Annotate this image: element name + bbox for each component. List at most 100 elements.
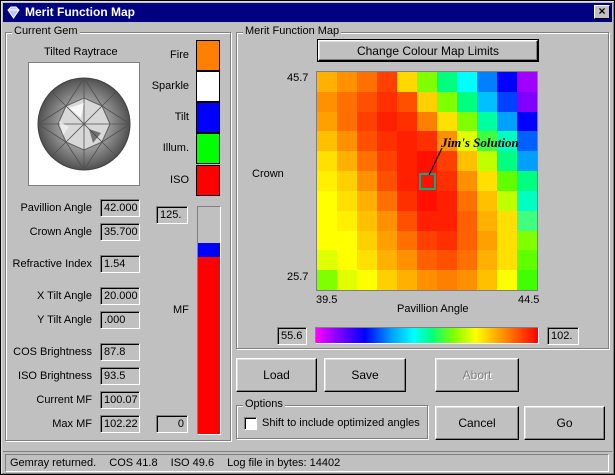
heatmap-cell[interactable] bbox=[417, 230, 437, 251]
heatmap-cell[interactable] bbox=[417, 250, 437, 271]
heatmap-cell[interactable] bbox=[357, 270, 377, 290]
heatmap-cell[interactable] bbox=[417, 190, 437, 211]
heatmap-cell[interactable] bbox=[497, 151, 517, 172]
title-bar[interactable]: Merit Function Map × bbox=[3, 3, 612, 22]
heatmap-cell[interactable] bbox=[337, 190, 357, 211]
heatmap-cell[interactable] bbox=[477, 151, 497, 172]
heatmap-cell[interactable] bbox=[517, 131, 537, 152]
heatmap-cell[interactable] bbox=[337, 131, 357, 152]
heatmap-cell[interactable] bbox=[317, 171, 337, 191]
include-optimized-checkbox[interactable] bbox=[244, 417, 257, 430]
heatmap-cell[interactable] bbox=[497, 72, 517, 92]
heatmap-cell[interactable] bbox=[437, 250, 457, 271]
heatmap-cell[interactable] bbox=[397, 230, 417, 251]
heatmap-cell[interactable] bbox=[517, 190, 537, 211]
heatmap-cell[interactable] bbox=[517, 250, 537, 271]
heatmap-cell[interactable] bbox=[397, 210, 417, 231]
heatmap-cell[interactable] bbox=[377, 111, 397, 132]
heatmap-cell[interactable] bbox=[357, 91, 377, 112]
heatmap-cell[interactable] bbox=[457, 230, 477, 251]
heatmap-cell[interactable] bbox=[377, 131, 397, 152]
heatmap-cell[interactable] bbox=[357, 250, 377, 271]
heatmap-cell[interactable] bbox=[357, 171, 377, 191]
heatmap-cell[interactable] bbox=[477, 190, 497, 211]
heatmap-cell[interactable] bbox=[377, 151, 397, 172]
heatmap-cell[interactable] bbox=[377, 210, 397, 231]
heatmap-cell[interactable] bbox=[517, 91, 537, 112]
heatmap-cell[interactable] bbox=[497, 230, 517, 251]
close-button[interactable]: × bbox=[594, 5, 610, 19]
heatmap-cell[interactable] bbox=[517, 270, 537, 290]
heatmap-cell[interactable] bbox=[457, 72, 477, 92]
heatmap-cell[interactable] bbox=[397, 91, 417, 112]
heatmap-cell[interactable] bbox=[317, 270, 337, 290]
heatmap-cell[interactable] bbox=[437, 230, 457, 251]
heatmap-cell[interactable] bbox=[457, 190, 477, 211]
heatmap-cell[interactable] bbox=[457, 210, 477, 231]
heatmap-cell[interactable] bbox=[397, 250, 417, 271]
heatmap-cell[interactable] bbox=[397, 171, 417, 191]
change-colour-limits-button[interactable]: Change Colour Map Limits bbox=[317, 39, 539, 62]
heatmap-cell[interactable] bbox=[357, 72, 377, 92]
heatmap-cell[interactable] bbox=[437, 270, 457, 290]
heatmap-cell[interactable] bbox=[477, 91, 497, 112]
heatmap-cell[interactable] bbox=[437, 190, 457, 211]
heatmap-cell[interactable] bbox=[357, 230, 377, 251]
heatmap-cell[interactable] bbox=[337, 210, 357, 231]
heatmap-cell[interactable] bbox=[377, 270, 397, 290]
heatmap-cell[interactable] bbox=[477, 210, 497, 231]
heatmap-cell[interactable] bbox=[417, 210, 437, 231]
heatmap-cell[interactable] bbox=[377, 91, 397, 112]
heatmap-cell[interactable] bbox=[377, 171, 397, 191]
heatmap-cell[interactable] bbox=[517, 111, 537, 132]
heatmap-cell[interactable] bbox=[437, 210, 457, 231]
heatmap-cell[interactable] bbox=[477, 230, 497, 251]
heatmap-cell[interactable] bbox=[317, 190, 337, 211]
heatmap-cell[interactable] bbox=[317, 151, 337, 172]
heatmap-cell[interactable] bbox=[497, 270, 517, 290]
heatmap-cell[interactable] bbox=[337, 91, 357, 112]
heatmap-cell[interactable] bbox=[437, 91, 457, 112]
save-button[interactable]: Save bbox=[324, 358, 406, 392]
heatmap-cell[interactable] bbox=[357, 210, 377, 231]
heatmap-cell[interactable] bbox=[417, 111, 437, 132]
heatmap-cell[interactable] bbox=[337, 250, 357, 271]
abort-button[interactable]: Abort bbox=[435, 358, 519, 392]
heatmap-cell[interactable] bbox=[477, 250, 497, 271]
heatmap-cell[interactable] bbox=[377, 190, 397, 211]
heatmap-cell[interactable] bbox=[397, 190, 417, 211]
heatmap-cell[interactable] bbox=[517, 151, 537, 172]
heatmap-cell[interactable] bbox=[357, 131, 377, 152]
heatmap-cell[interactable] bbox=[497, 190, 517, 211]
heatmap-cell[interactable] bbox=[437, 111, 457, 132]
include-optimized-label[interactable]: Shift to include optimized angles bbox=[262, 417, 420, 429]
heatmap-cell[interactable] bbox=[457, 111, 477, 132]
heatmap-cell[interactable] bbox=[397, 111, 417, 132]
heatmap-cell[interactable] bbox=[397, 131, 417, 152]
heatmap-cell[interactable] bbox=[337, 171, 357, 191]
cancel-button[interactable]: Cancel bbox=[435, 406, 519, 440]
heatmap-cell[interactable] bbox=[497, 210, 517, 231]
heatmap-cell[interactable] bbox=[317, 210, 337, 231]
heatmap-cell[interactable] bbox=[337, 72, 357, 92]
go-button[interactable]: Go bbox=[524, 406, 605, 440]
heatmap-cell[interactable] bbox=[317, 250, 337, 271]
heatmap-cell[interactable] bbox=[337, 270, 357, 290]
heatmap-cell[interactable] bbox=[517, 171, 537, 191]
heatmap-cell[interactable] bbox=[517, 72, 537, 92]
heatmap-cell[interactable] bbox=[457, 171, 477, 191]
heatmap-cell[interactable] bbox=[477, 72, 497, 92]
heatmap-cell[interactable] bbox=[357, 190, 377, 211]
heatmap-cell[interactable] bbox=[337, 111, 357, 132]
heatmap-cell[interactable] bbox=[377, 72, 397, 92]
heatmap-cell[interactable] bbox=[337, 151, 357, 172]
heatmap-cell[interactable] bbox=[437, 72, 457, 92]
heatmap-cell[interactable] bbox=[357, 111, 377, 132]
heatmap-cell[interactable] bbox=[397, 151, 417, 172]
heatmap-cell[interactable] bbox=[477, 171, 497, 191]
heatmap-cell[interactable] bbox=[497, 171, 517, 191]
heatmap-cell[interactable] bbox=[477, 270, 497, 290]
heatmap-cell[interactable] bbox=[417, 72, 437, 92]
heatmap-cell[interactable] bbox=[417, 270, 437, 290]
heatmap-cell[interactable] bbox=[497, 111, 517, 132]
